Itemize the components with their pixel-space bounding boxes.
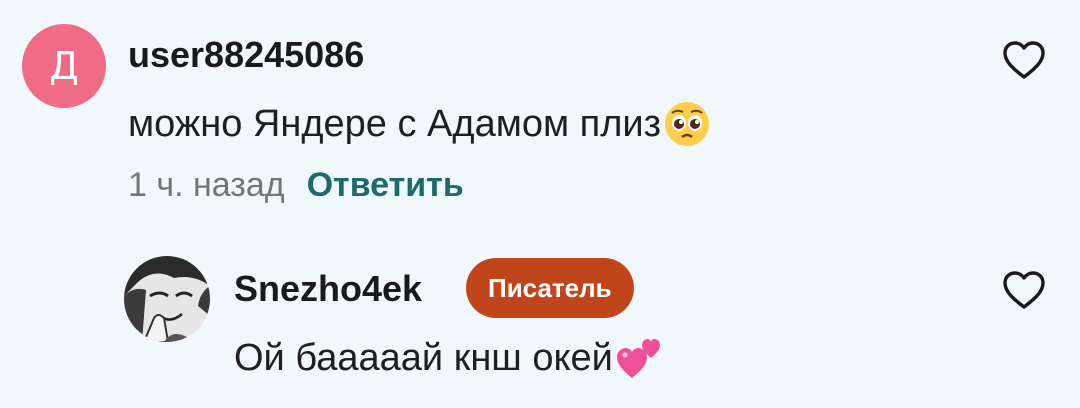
avatar-letter: Д: [49, 44, 79, 88]
heart-icon[interactable]: [1002, 270, 1046, 310]
comment-username[interactable]: user88245086: [128, 34, 364, 76]
manga-avatar-image: [124, 256, 210, 342]
comment-meta: 1 ч. назад Ответить: [128, 166, 464, 205]
reply-username[interactable]: Snezho4ek: [234, 268, 422, 310]
comment-text-content: можно Яндере с Адамом плиз: [128, 102, 662, 145]
pleading-face-emoji-icon: [665, 102, 710, 146]
avatar[interactable]: Д: [22, 24, 106, 108]
writer-badge: Писатель: [466, 258, 634, 318]
comment-text: можно Яндере с Адамом плиз: [128, 100, 711, 148]
avatar[interactable]: [124, 256, 210, 342]
comment-time: 1 ч. назад: [128, 166, 285, 204]
reply-text-content: Ой бааааай кнш окей: [234, 336, 613, 379]
heart-icon[interactable]: [1002, 40, 1046, 80]
reply-button[interactable]: Ответить: [307, 166, 464, 205]
two-hearts-emoji-icon: [616, 339, 660, 378]
reply-text: Ой бааааай кнш окей: [234, 334, 665, 382]
